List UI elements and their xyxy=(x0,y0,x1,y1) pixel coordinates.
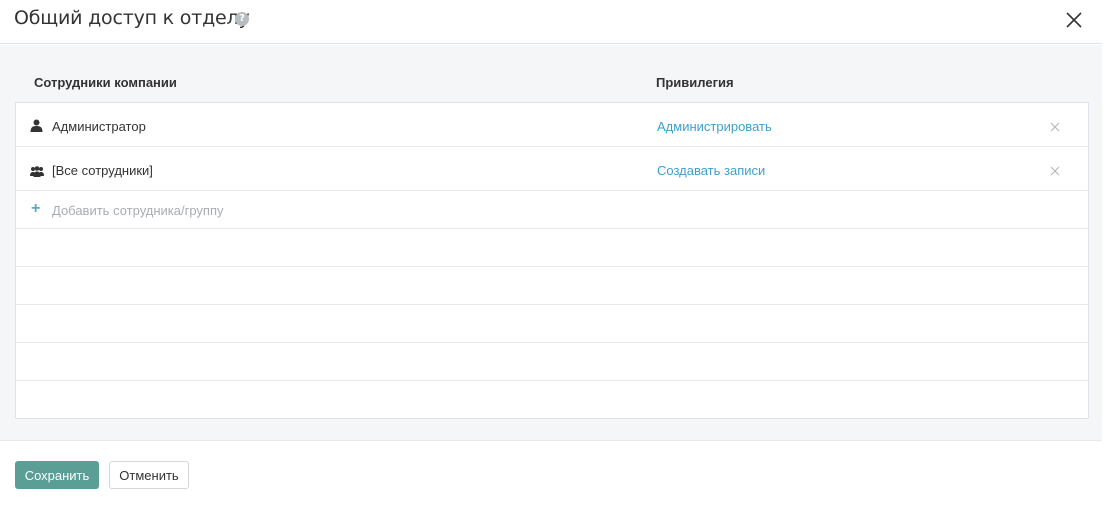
cancel-button[interactable]: Отменить xyxy=(109,461,189,489)
remove-icon[interactable] xyxy=(1049,120,1061,132)
column-header-privilege: Привилегия xyxy=(656,75,734,90)
access-table: Администратор Администрировать [Все сотр… xyxy=(15,102,1089,419)
privilege-link[interactable]: Администрировать xyxy=(657,119,772,134)
column-header-employees: Сотрудники компании xyxy=(34,75,177,90)
remove-icon[interactable] xyxy=(1049,164,1061,176)
dialog-header: Общий доступ к отделу ? xyxy=(0,0,1102,44)
plus-icon[interactable]: + xyxy=(31,200,40,218)
dialog-footer: Сохранить Отменить xyxy=(0,442,1102,507)
empty-row xyxy=(16,267,1088,305)
empty-row xyxy=(16,229,1088,267)
employee-name: [Все сотрудники] xyxy=(52,163,153,178)
add-employee-link[interactable]: Добавить сотрудника/группу xyxy=(52,203,224,218)
empty-row xyxy=(16,305,1088,343)
add-employee-row[interactable]: + Добавить сотрудника/группу xyxy=(16,191,1088,229)
user-icon xyxy=(30,119,43,137)
table-row: [Все сотрудники] Создавать записи xyxy=(16,147,1088,191)
privilege-link[interactable]: Создавать записи xyxy=(657,163,765,178)
save-button[interactable]: Сохранить xyxy=(15,461,99,489)
dialog-body: Сотрудники компании Привилегия Администр… xyxy=(0,45,1102,441)
empty-row xyxy=(16,381,1088,419)
help-icon[interactable]: ? xyxy=(235,12,249,26)
empty-row xyxy=(16,343,1088,381)
employee-name: Администратор xyxy=(52,119,146,134)
close-icon[interactable] xyxy=(1063,9,1085,31)
group-icon xyxy=(30,164,44,182)
dialog-title: Общий доступ к отделу xyxy=(14,7,250,29)
table-row: Администратор Администрировать xyxy=(16,103,1088,147)
